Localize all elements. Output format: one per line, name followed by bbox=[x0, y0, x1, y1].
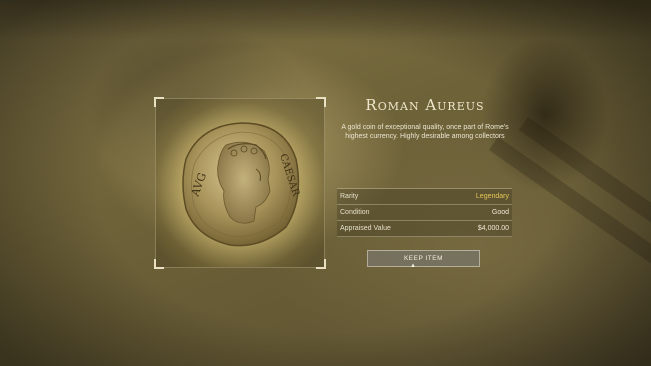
stat-value: $4,000.00 bbox=[477, 225, 509, 232]
frame-corner bbox=[154, 259, 164, 269]
mouse-cursor-icon: ▲ bbox=[410, 263, 416, 269]
stat-row-condition: Condition Good bbox=[337, 205, 512, 221]
frame-corner bbox=[154, 97, 164, 107]
scene-vignette bbox=[0, 0, 651, 366]
stat-label: Condition bbox=[340, 209, 370, 216]
keep-item-button[interactable]: KEEP ITEM bbox=[367, 250, 480, 267]
frame-corner bbox=[316, 97, 326, 107]
stat-label: Rarity bbox=[340, 193, 359, 200]
stat-label: Appraised Value bbox=[340, 225, 391, 232]
item-preview-frame: AVG CAESAR bbox=[154, 97, 326, 269]
stat-value: Good bbox=[491, 209, 509, 216]
stat-row-appraised-value: Appraised Value $4,000.00 bbox=[337, 221, 512, 237]
item-description: A gold coin of exceptional quality, once… bbox=[341, 124, 509, 140]
item-title: Roman Aureus bbox=[365, 96, 485, 114]
coin-image: AVG CAESAR bbox=[182, 122, 301, 247]
frame-corner bbox=[316, 259, 326, 269]
stat-value: Legendary bbox=[475, 193, 509, 200]
item-stats-table: Rarity Legendary Condition Good Appraise… bbox=[337, 188, 512, 237]
stat-row-rarity: Rarity Legendary bbox=[337, 189, 512, 205]
